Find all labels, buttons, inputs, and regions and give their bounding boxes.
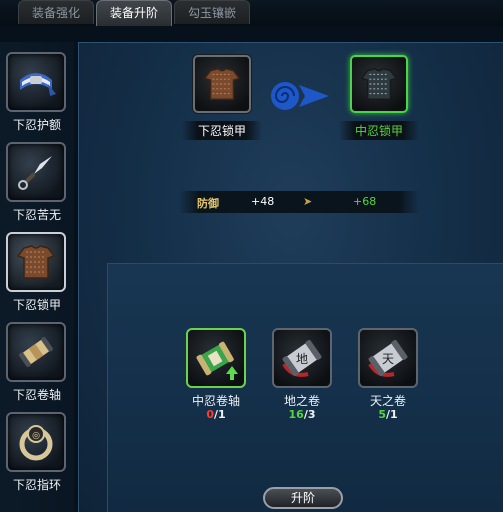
material-have: 5 — [378, 408, 386, 421]
equipment-sidebar: 下忍护额 下忍苦无 下忍锁甲 下忍卷轴 ◎ 下忍指环 — [0, 42, 74, 512]
material-item[interactable]: 天 天之卷 5/1 — [348, 328, 428, 428]
kunai-icon — [6, 142, 66, 202]
sidebar-item-chainmail[interactable]: 下忍锁甲 — [4, 232, 70, 318]
tab-bar: 装备强化 装备升阶 勾玉镶嵌 — [0, 0, 503, 26]
scroll-upgrade-icon — [186, 328, 246, 388]
sidebar-item-label: 下忍指环 — [12, 478, 61, 492]
tab-gem-inlay[interactable]: 勾玉镶嵌 — [174, 0, 250, 24]
material-count: 5/1 — [348, 408, 428, 421]
chainmail-icon — [203, 67, 241, 100]
upgrade-arrow-icon — [271, 82, 329, 110]
material-name: 天之卷 — [369, 394, 406, 408]
stat-current-value: +48 — [251, 195, 275, 208]
stat-new-value: +68 — [353, 195, 377, 208]
heaven-scroll-icon: 天 — [358, 328, 418, 388]
material-need: /3 — [303, 408, 316, 421]
material-have: 16 — [288, 408, 304, 421]
svg-text:天: 天 — [382, 352, 394, 366]
sidebar-item-kunai[interactable]: 下忍苦无 — [4, 142, 70, 228]
material-name: 中忍卷轴 — [191, 394, 240, 408]
ring-icon: ◎ — [6, 412, 66, 472]
material-need: /1 — [385, 408, 398, 421]
tab-equip-upgrade[interactable]: 装备升阶 — [96, 0, 172, 26]
tab-label: 装备升阶 — [109, 6, 158, 20]
stat-name: 防御 — [197, 197, 219, 210]
current-equipment-name: 下忍锁甲 — [172, 121, 272, 140]
upgraded-equipment-slot[interactable] — [350, 55, 408, 113]
defense-stat-row: 防御 +48 ➤ +68 — [179, 191, 419, 213]
material-have: 0 — [206, 408, 214, 421]
tab-equip-enhance[interactable]: 装备强化 — [18, 0, 94, 24]
material-count: 0/1 — [176, 408, 256, 421]
upgrade-button-label: 升阶 — [290, 491, 315, 505]
material-name: 地之卷 — [283, 394, 320, 408]
material-item[interactable]: 地 地之卷 16/3 — [262, 328, 342, 428]
sidebar-item-ring[interactable]: ◎ 下忍指环 — [4, 412, 70, 498]
tab-label: 勾玉镶嵌 — [187, 6, 236, 20]
upgrade-button[interactable]: 升阶 — [263, 487, 343, 509]
material-count: 16/3 — [262, 408, 342, 421]
equipment-name-text: 中忍锁甲 — [338, 121, 419, 140]
material-need: /1 — [213, 408, 226, 421]
sidebar-item-label: 下忍苦无 — [12, 208, 61, 222]
headband-icon — [6, 52, 66, 112]
scroll-icon — [6, 322, 66, 382]
chainmail-icon — [360, 67, 398, 100]
sidebar-item-label: 下忍护额 — [12, 118, 61, 132]
upgrade-panel: 下忍锁甲 中忍锁甲 防御 +48 ➤ +68 中忍卷轴 0/1 地 地之卷 16… — [78, 42, 503, 512]
equipment-name-text: 下忍锁甲 — [181, 121, 262, 140]
sidebar-item-label: 下忍卷轴 — [12, 388, 61, 402]
tab-hidden — [262, 0, 338, 24]
stat-arrow-icon: ➤ — [303, 195, 313, 208]
materials-panel: 中忍卷轴 0/1 地 地之卷 16/3 天 天之卷 5/1 — [107, 263, 503, 512]
svg-text:◎: ◎ — [32, 431, 40, 441]
sidebar-item-label: 下忍锁甲 — [12, 298, 61, 312]
earth-scroll-icon: 地 — [272, 328, 332, 388]
upgraded-equipment-name: 中忍锁甲 — [329, 121, 429, 140]
material-item[interactable]: 中忍卷轴 0/1 — [176, 328, 256, 428]
current-equipment-slot[interactable] — [193, 55, 251, 113]
svg-text:地: 地 — [296, 352, 308, 366]
sidebar-item-headband[interactable]: 下忍护额 — [4, 52, 70, 138]
chainmail-icon — [6, 232, 66, 292]
sidebar-item-scroll[interactable]: 下忍卷轴 — [4, 322, 70, 408]
tab-label: 装备强化 — [31, 6, 80, 20]
